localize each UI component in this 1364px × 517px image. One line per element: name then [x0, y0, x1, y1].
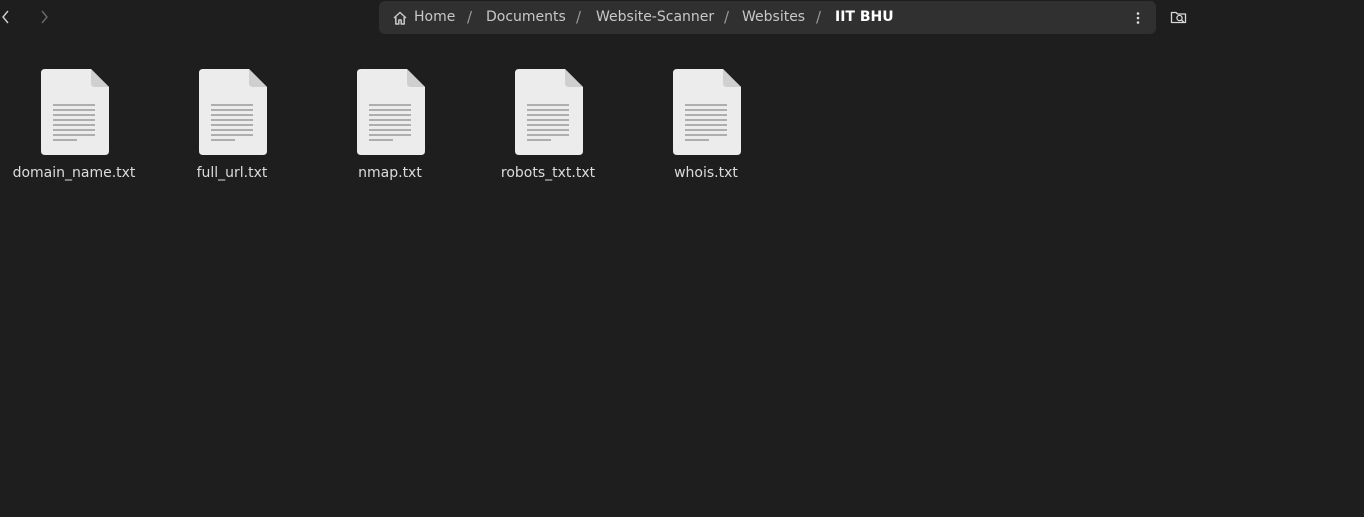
breadcrumb-separator: /: [576, 8, 582, 26]
breadcrumb-separator: /: [467, 8, 473, 26]
file-name-label: nmap.txt: [358, 165, 422, 181]
back-button[interactable]: [0, 4, 16, 30]
chevron-left-icon: [2, 10, 9, 24]
breadcrumb-separator: /: [724, 8, 730, 26]
text-document-icon: [199, 69, 267, 155]
text-document-icon: [357, 69, 425, 155]
header-bar: Home / Documents / Website-Scanner / Web…: [0, 0, 1364, 36]
file-manager-window: Home / Documents / Website-Scanner / Web…: [0, 0, 1364, 517]
vertical-ellipsis-icon: [1136, 11, 1140, 24]
file-name-label: full_url.txt: [196, 165, 268, 181]
search-folder-icon: [1170, 11, 1187, 24]
breadcrumb-home[interactable]: Home: [414, 1, 455, 34]
file-item[interactable]: robots_txt.txt: [483, 62, 613, 192]
forward-button[interactable]: [34, 4, 54, 30]
breadcrumb-current-folder[interactable]: IIT BHU: [835, 1, 894, 34]
file-item[interactable]: full_url.txt: [167, 62, 297, 192]
breadcrumb-websites[interactable]: Websites: [742, 1, 805, 34]
file-name-label: whois.txt: [674, 165, 738, 181]
breadcrumb-documents[interactable]: Documents: [486, 1, 566, 34]
breadcrumb-separator: /: [816, 8, 822, 26]
breadcrumb-website-scanner[interactable]: Website-Scanner: [596, 1, 714, 34]
home-icon: [393, 11, 407, 25]
search-button[interactable]: [1168, 6, 1190, 28]
text-document-icon: [673, 69, 741, 155]
file-item[interactable]: nmap.txt: [325, 62, 455, 192]
text-document-icon: [41, 69, 109, 155]
text-document-icon: [515, 69, 583, 155]
chevron-right-icon: [41, 10, 48, 24]
folder-menu-button[interactable]: [1126, 1, 1150, 34]
path-bar: Home / Documents / Website-Scanner / Web…: [379, 1, 1156, 34]
file-name-label: robots_txt.txt: [500, 165, 596, 181]
file-item[interactable]: domain_name.txt: [9, 62, 139, 192]
file-item[interactable]: whois.txt: [641, 62, 771, 192]
file-name-label: domain_name.txt: [12, 165, 136, 181]
